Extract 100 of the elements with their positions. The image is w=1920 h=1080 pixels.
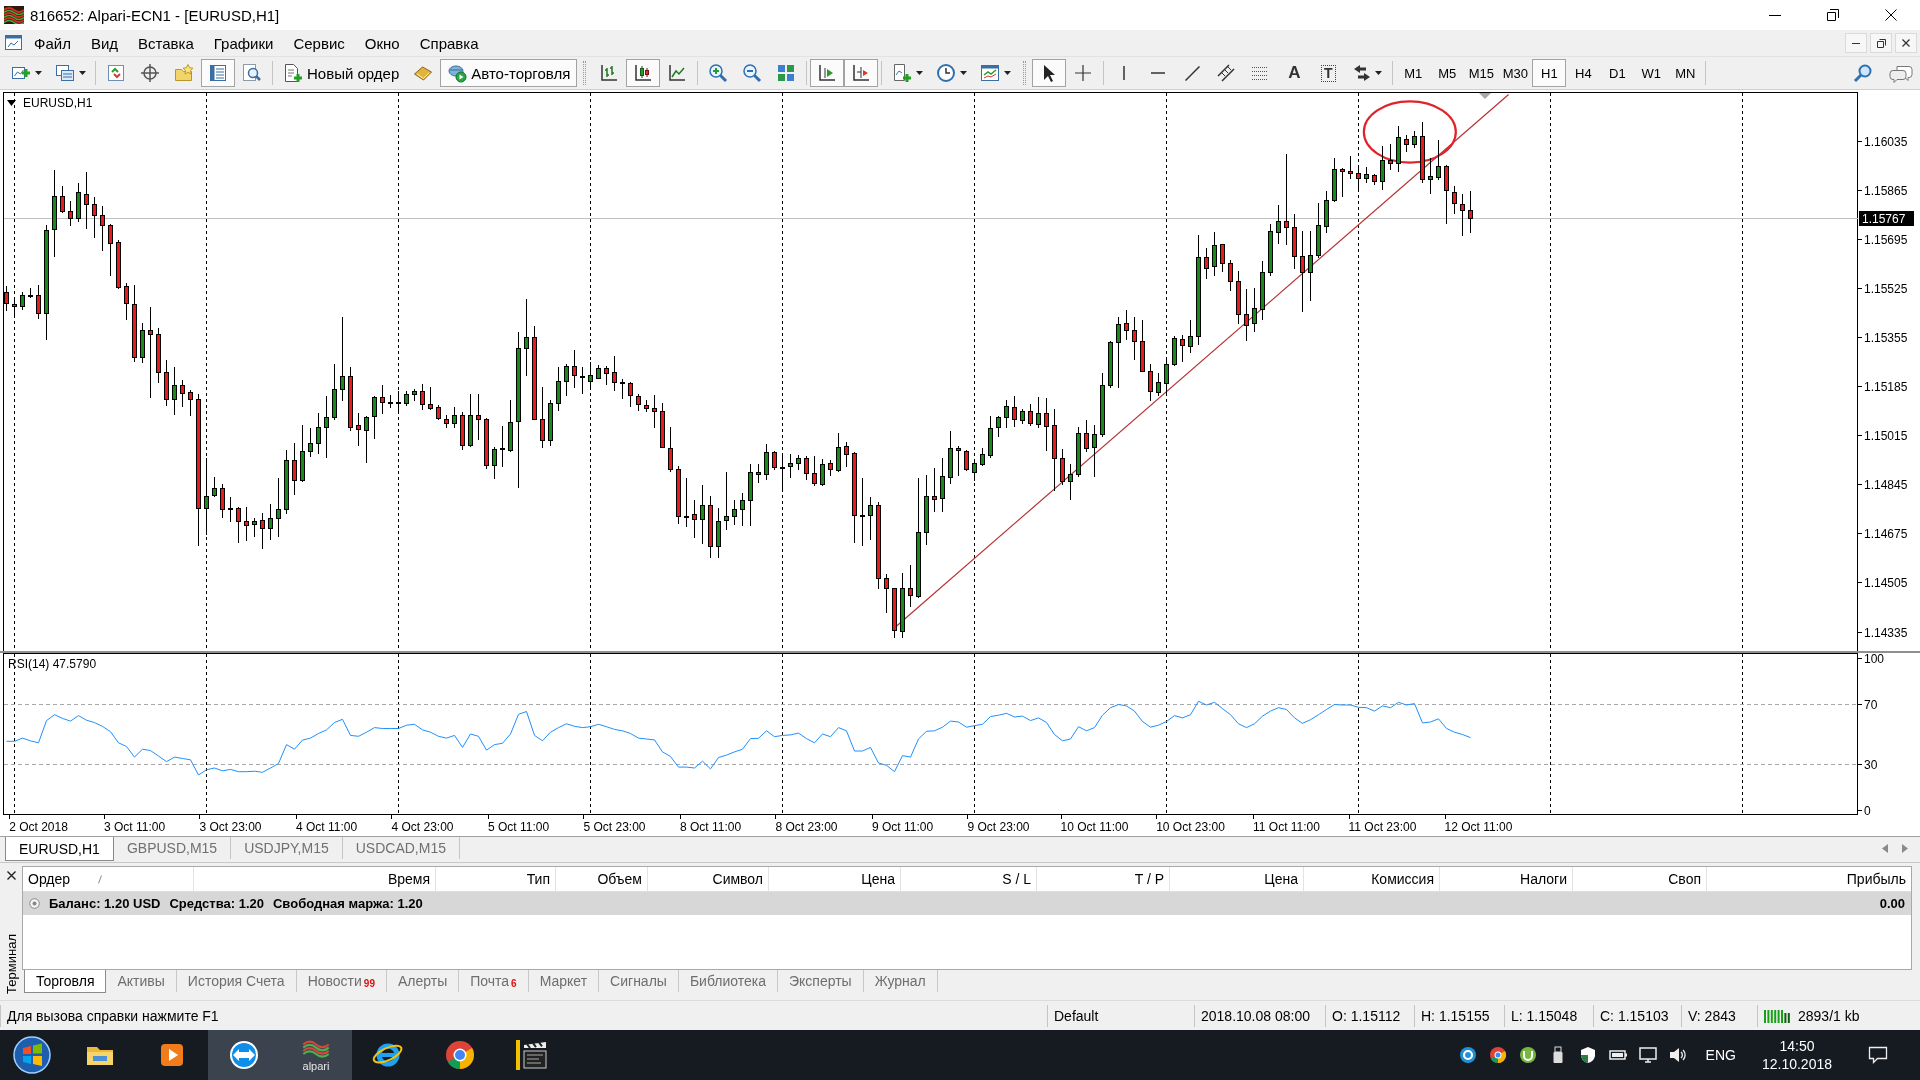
menu-item[interactable]: Окно (354, 32, 410, 54)
timeframe-button[interactable]: MN (1668, 59, 1703, 87)
chart-tab[interactable]: EURUSD,H1 (5, 837, 114, 861)
chart-shift-button[interactable] (810, 59, 845, 87)
new-order-button[interactable]: Новый ордер (276, 59, 407, 87)
auto-scroll-button[interactable] (844, 59, 879, 87)
text-tool-button[interactable]: A (1277, 59, 1312, 87)
child-close-button[interactable] (1895, 33, 1917, 53)
tray-button[interactable] (1667, 1045, 1688, 1065)
column-header[interactable]: Объем (597, 871, 642, 887)
column-header[interactable]: Цена (861, 871, 895, 887)
column-header[interactable]: Тип (526, 871, 550, 887)
speaker-icon (1667, 1045, 1688, 1065)
column-header[interactable]: Ордер (28, 871, 71, 887)
column-header[interactable]: Налоги (1520, 871, 1567, 887)
terminal-tab[interactable]: Эксперты (778, 970, 864, 992)
terminal-tab[interactable]: Библиотека (678, 970, 778, 992)
tray-button[interactable] (1517, 1045, 1538, 1065)
candlestick (76, 182, 81, 223)
tray-button[interactable] (1457, 1045, 1478, 1065)
terminal-tab[interactable]: Журнал (863, 970, 938, 992)
column-header[interactable]: Цена (1264, 871, 1298, 887)
taskbar-button[interactable]: alpari (280, 1030, 352, 1080)
timeframe-button[interactable]: D1 (1600, 59, 1635, 87)
candlestick (708, 495, 713, 559)
menu-item[interactable]: Файл (24, 32, 81, 54)
column-header[interactable]: Символ (712, 871, 763, 887)
cursor-button[interactable] (1032, 59, 1067, 87)
menu-item[interactable]: Вставка (128, 32, 204, 54)
auto-trading-button[interactable]: Авто-торговля (440, 59, 578, 87)
timeframe-button[interactable]: M1 (1396, 59, 1431, 87)
candlestick-chart-icon (633, 63, 654, 83)
terminal-tab[interactable]: Новости 99 (296, 970, 387, 992)
terminal-tab[interactable]: Активы (106, 970, 177, 992)
terminal-button[interactable] (201, 59, 235, 87)
column-header[interactable]: T / P (1134, 871, 1164, 887)
account-circle-icon (29, 898, 40, 909)
timeframe-button[interactable]: M5 (1430, 59, 1465, 87)
candlestick (1172, 335, 1177, 367)
timeframe-button[interactable]: W1 (1634, 59, 1669, 87)
timeframe-button[interactable]: H4 (1566, 59, 1601, 87)
candlestick (1292, 213, 1297, 270)
column-header[interactable]: S / L (1002, 871, 1031, 887)
tray-button[interactable] (1637, 1045, 1658, 1065)
circle-logo-icon (444, 1039, 476, 1071)
candlestick (796, 454, 801, 471)
menu-item[interactable]: Сервис (283, 32, 355, 54)
candlestick-chart-button[interactable] (626, 59, 661, 87)
candlestick (548, 399, 553, 447)
chart-tab[interactable]: USDCAD,M15 (342, 837, 460, 859)
scroll-right-icon[interactable] (1902, 844, 1908, 853)
terminal-tab[interactable]: Маркет (528, 970, 600, 992)
column-header[interactable]: Своп (1668, 871, 1701, 887)
candlestick (1260, 260, 1265, 321)
close-panel-button[interactable] (4, 868, 18, 882)
fibonacci-icon (1252, 66, 1269, 80)
child-restore-button[interactable] (1870, 33, 1892, 53)
candlestick (164, 359, 169, 407)
tile-windows-icon (776, 63, 797, 83)
column-header[interactable]: Время (387, 871, 430, 887)
app-logo-icon (4, 6, 24, 24)
scroll-left-icon[interactable] (1882, 844, 1888, 853)
chart-tab[interactable]: GBPUSD,M15 (113, 837, 232, 859)
terminal-tab[interactable]: Сигналы (599, 970, 679, 992)
column-header[interactable]: Комиссия (1371, 871, 1434, 887)
clock-time[interactable]: 14:50 (1779, 1037, 1815, 1055)
clock-date[interactable]: 12.10.2018 (1761, 1055, 1832, 1073)
terminal-tab[interactable]: История Счета (176, 970, 297, 992)
candlestick (980, 447, 985, 467)
menu-item[interactable]: Графики (203, 32, 284, 54)
terminal-tab[interactable]: Алерты (386, 970, 460, 992)
timeframe-button[interactable]: M30 (1498, 59, 1533, 87)
tray-button[interactable] (1487, 1045, 1508, 1065)
timeframe-button[interactable]: H1 (1532, 59, 1567, 87)
caret-icon (915, 71, 923, 75)
timeframe-button[interactable]: M15 (1464, 59, 1499, 87)
candlestick (276, 477, 281, 538)
candlestick (588, 361, 593, 391)
candlestick (1036, 396, 1041, 429)
language-indicator[interactable]: ENG (1705, 1047, 1736, 1063)
chart-tab[interactable]: USDJPY,M15 (231, 837, 343, 859)
close-icon (1885, 9, 1897, 21)
arrows-icon (1352, 64, 1371, 82)
taskbar-button[interactable] (208, 1030, 280, 1080)
candlestick (1268, 223, 1273, 277)
terminal-tab[interactable]: Торговля (24, 970, 107, 993)
time-axis-label: 3 Oct 23:00 (199, 820, 262, 834)
menu-item[interactable]: Вид (80, 32, 129, 54)
candlestick (732, 499, 737, 526)
price-axis-label: 1.15695 (1864, 232, 1908, 247)
search-icon (1853, 63, 1873, 83)
candlestick (812, 455, 817, 487)
dropdown-triangle-icon[interactable] (7, 100, 16, 106)
candlestick (868, 496, 873, 541)
candlestick (292, 442, 297, 496)
menu-item[interactable]: Справка (409, 32, 489, 54)
column-header[interactable]: Прибыль (1846, 871, 1906, 887)
terminal-tab[interactable]: Почта6 (459, 970, 529, 992)
time-axis-label: 2 Oct 2018 (9, 820, 68, 834)
text-label-tool-button[interactable]: T (1311, 59, 1346, 87)
